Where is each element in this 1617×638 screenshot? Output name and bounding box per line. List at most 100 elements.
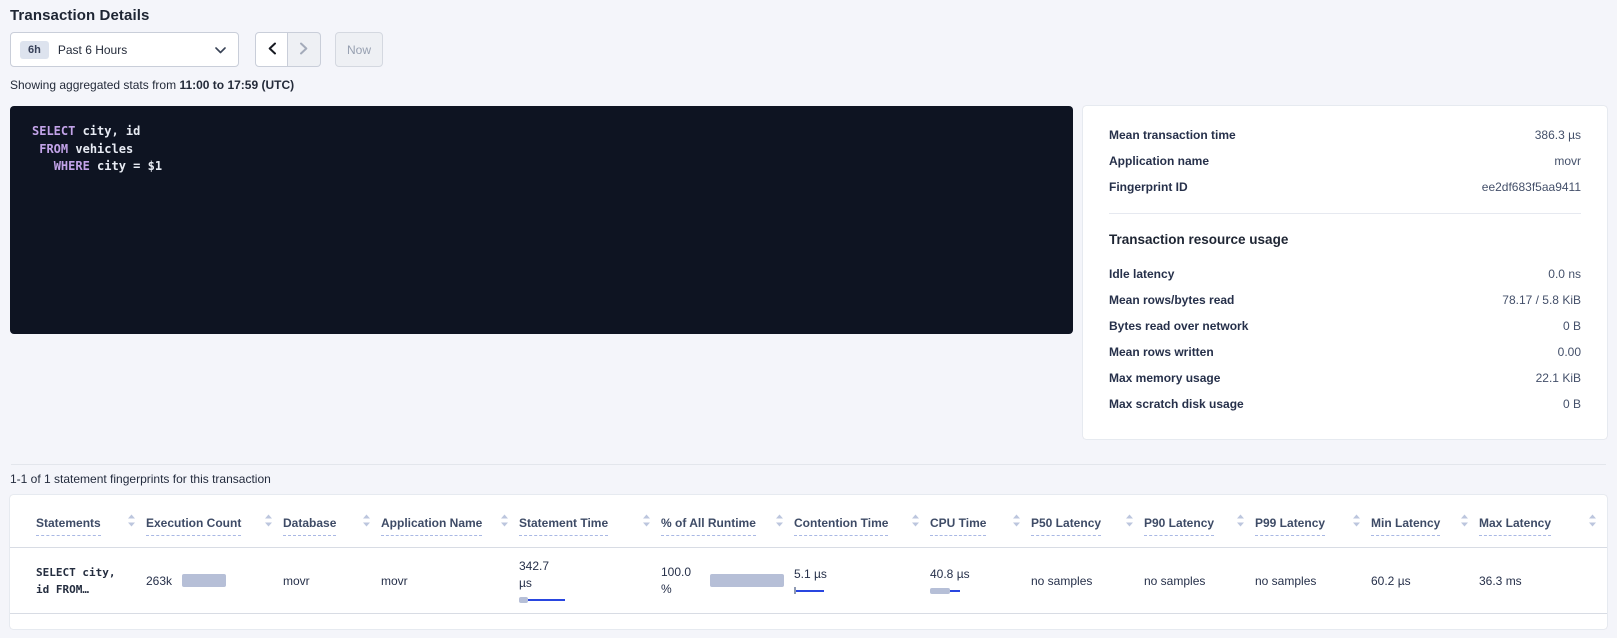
summary-value: 0.0 ns (1548, 267, 1581, 281)
summary-row: Mean rows/bytes read 78.17 / 5.8 KiB (1109, 287, 1581, 313)
cell-percent-of-all-runtime: 100.0 % (661, 548, 794, 614)
cell-execution-count: 263k (146, 548, 283, 614)
aggregation-range-text: Showing aggregated stats from 11:00 to 1… (10, 78, 1607, 92)
sort-icon[interactable] (1012, 514, 1021, 532)
sort-icon[interactable] (1236, 514, 1245, 532)
column-header-statement-time[interactable]: Statement Time (519, 495, 661, 548)
sort-icon[interactable] (1125, 514, 1134, 532)
sort-icon[interactable] (1352, 514, 1361, 532)
cell-cpu-time: 40.8 µs (930, 548, 1031, 614)
divider (1109, 213, 1581, 214)
now-button[interactable]: Now (335, 32, 383, 67)
next-time-range-button[interactable] (288, 32, 321, 67)
column-header-database[interactable]: Database (283, 495, 381, 548)
statement-row: SELECT city, id FROM… 263k movr movr 342… (10, 548, 1607, 614)
summary-label: Mean transaction time (1109, 128, 1236, 142)
sort-icon[interactable] (1460, 514, 1469, 532)
statements-table-card: Statements Execution Count Database Appl… (10, 495, 1607, 629)
summary-value: movr (1554, 154, 1581, 168)
sql-keyword: FROM (39, 142, 68, 156)
summary-label: Mean rows written (1109, 345, 1214, 359)
statement-time-bar (519, 596, 565, 604)
summary-row: Idle latency 0.0 ns (1109, 261, 1581, 287)
cpu-time-value: 40.8 µs (930, 566, 974, 583)
column-header-min-latency[interactable]: Min Latency (1371, 495, 1479, 548)
summary-label: Idle latency (1109, 267, 1174, 281)
summary-row: Fingerprint ID ee2df683f5aa9411 (1109, 174, 1581, 200)
cell-application-name: movr (381, 548, 519, 614)
transaction-summary-card: Mean transaction time 386.3 µs Applicati… (1083, 106, 1607, 439)
summary-label: Application name (1109, 154, 1209, 168)
section-title-resource-usage: Transaction resource usage (1109, 232, 1581, 247)
cell-p90-latency: no samples (1144, 548, 1255, 614)
cell-p99-latency: no samples (1255, 548, 1371, 614)
column-header-cpu-time[interactable]: CPU Time (930, 495, 1031, 548)
sql-line: FROM vehicles (32, 141, 1051, 159)
column-header-statements[interactable]: Statements (10, 495, 146, 548)
cell-database: movr (283, 548, 381, 614)
sort-icon[interactable] (500, 514, 509, 532)
percent-runtime-bar (710, 574, 784, 587)
summary-row: Max scratch disk usage 0 B (1109, 391, 1581, 417)
column-header-application-name[interactable]: Application Name (381, 495, 519, 548)
cpu-time-bar (930, 587, 960, 595)
table-header-row: Statements Execution Count Database Appl… (10, 495, 1607, 548)
prev-time-range-button[interactable] (255, 32, 288, 67)
aggregation-range-prefix: Showing aggregated stats from (10, 78, 179, 92)
contention-time-bar (794, 587, 824, 595)
execution-count-value: 263k (146, 574, 172, 588)
sql-line: WHERE city = $1 (32, 158, 1051, 176)
column-header-p90-latency[interactable]: P90 Latency (1144, 495, 1255, 548)
sql-keyword: SELECT (32, 124, 75, 138)
cell-statement-time: 342.7 µs (519, 548, 661, 614)
sql-keyword: WHERE (54, 159, 90, 173)
summary-row: Mean transaction time 386.3 µs (1109, 122, 1581, 148)
summary-label: Bytes read over network (1109, 319, 1248, 333)
summary-value: 0 B (1563, 397, 1581, 411)
summary-value: 22.1 KiB (1536, 371, 1581, 385)
summary-value: ee2df683f5aa9411 (1482, 180, 1581, 194)
column-header-contention-time[interactable]: Contention Time (794, 495, 930, 548)
chevron-left-icon (268, 42, 276, 58)
contention-time-value: 5.1 µs (794, 566, 920, 583)
sort-icon[interactable] (362, 514, 371, 532)
column-header-p50-latency[interactable]: P50 Latency (1031, 495, 1144, 548)
column-header-execution-count[interactable]: Execution Count (146, 495, 283, 548)
summary-row: Max memory usage 22.1 KiB (1109, 365, 1581, 391)
time-range-badge: 6h (20, 41, 49, 59)
summary-label: Max scratch disk usage (1109, 397, 1244, 411)
statements-count-caption: 1-1 of 1 statement fingerprints for this… (10, 472, 1607, 486)
aggregation-range-value: 11:00 to 17:59 (UTC) (179, 78, 294, 92)
summary-label: Mean rows/bytes read (1109, 293, 1234, 307)
summary-value: 0 B (1563, 319, 1581, 333)
statement-link[interactable]: SELECT city, id FROM… (36, 564, 136, 598)
chevron-right-icon (300, 42, 308, 58)
cell-statement: SELECT city, id FROM… (10, 548, 146, 614)
summary-row: Mean rows written 0.00 (1109, 339, 1581, 365)
summary-value: 386.3 µs (1535, 128, 1581, 142)
summary-row: Bytes read over network 0 B (1109, 313, 1581, 339)
sort-icon[interactable] (911, 514, 920, 532)
sql-statement-box: SELECT city, id FROM vehicles WHERE city… (10, 106, 1073, 334)
percent-runtime-value: 100.0 % (661, 564, 700, 598)
sort-icon[interactable] (127, 514, 136, 532)
column-header-max-latency[interactable]: Max Latency (1479, 495, 1607, 548)
sort-icon[interactable] (264, 514, 273, 532)
column-header-percent-of-all-runtime[interactable]: % of All Runtime (661, 495, 794, 548)
summary-value: 0.00 (1558, 345, 1581, 359)
sql-line: SELECT city, id (32, 123, 1051, 141)
summary-row: Application name movr (1109, 148, 1581, 174)
main-content: SELECT city, id FROM vehicles WHERE city… (10, 106, 1607, 439)
cell-p50-latency: no samples (1031, 548, 1144, 614)
sort-icon[interactable] (775, 514, 784, 532)
cell-contention-time: 5.1 µs (794, 548, 930, 614)
time-controls: 6h Past 6 Hours Now (10, 32, 1607, 67)
summary-label: Max memory usage (1109, 371, 1220, 385)
statement-time-value: 342.7 µs (519, 558, 563, 592)
page-title: Transaction Details (10, 7, 1607, 24)
time-range-selector[interactable]: 6h Past 6 Hours (10, 32, 239, 67)
column-header-p99-latency[interactable]: P99 Latency (1255, 495, 1371, 548)
divider (11, 464, 1606, 465)
sort-icon[interactable] (1588, 514, 1597, 532)
sort-icon[interactable] (642, 514, 651, 532)
